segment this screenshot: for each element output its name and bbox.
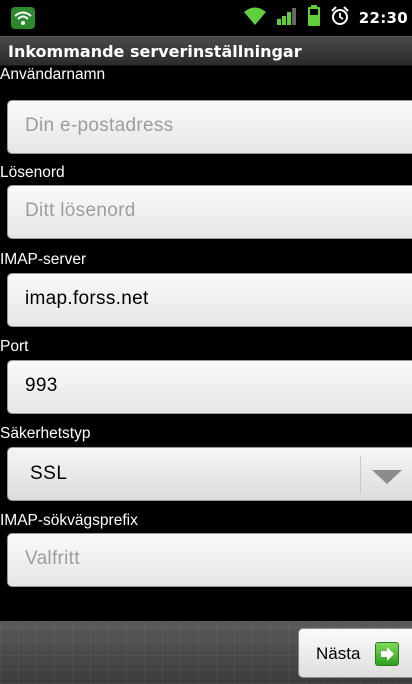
- wifi-icon: [243, 6, 267, 30]
- signal-icon: [276, 6, 298, 30]
- arrow-right-icon: [375, 642, 399, 666]
- port-value: 993: [25, 375, 58, 396]
- select-divider: [360, 456, 361, 494]
- status-time: 22:30: [358, 9, 408, 27]
- bottom-bar: Nästa: [0, 621, 412, 684]
- imap-server-label: IMAP-server: [0, 251, 87, 268]
- settings-form: Användarnamn Din e-postadress Lösenord D…: [0, 66, 412, 621]
- password-label: Lösenord: [0, 164, 65, 181]
- port-field[interactable]: 993: [7, 360, 412, 414]
- password-placeholder: Ditt lösenord: [25, 200, 136, 221]
- status-bar: 22:30: [0, 0, 412, 36]
- username-field[interactable]: Din e-postadress: [7, 100, 412, 154]
- alarm-icon: [330, 6, 350, 30]
- security-type-label: Säkerhetstyp: [0, 425, 91, 442]
- battery-icon: [307, 5, 321, 31]
- next-button[interactable]: Nästa: [298, 628, 412, 678]
- imap-server-field[interactable]: imap.forss.net: [7, 273, 412, 327]
- wifi-notification-icon: [10, 6, 36, 34]
- security-type-select[interactable]: SSL: [7, 447, 412, 501]
- username-label: Användarnamn: [0, 66, 106, 83]
- username-placeholder: Din e-postadress: [25, 115, 174, 136]
- imap-server-value: imap.forss.net: [25, 288, 149, 309]
- imap-path-prefix-field[interactable]: Valfritt: [7, 533, 412, 587]
- title-bar: Inkommande serverinställningar: [0, 36, 412, 66]
- port-label: Port: [0, 338, 29, 355]
- security-type-value: SSL: [30, 463, 68, 484]
- imap-path-prefix-placeholder: Valfritt: [25, 548, 80, 569]
- password-field[interactable]: Ditt lösenord: [7, 185, 412, 239]
- next-button-label: Nästa: [316, 644, 361, 663]
- imap-path-prefix-label: IMAP-sökvägsprefix: [0, 512, 138, 529]
- page-title: Inkommande serverinställningar: [8, 42, 302, 61]
- dropdown-arrow-icon: [372, 470, 402, 484]
